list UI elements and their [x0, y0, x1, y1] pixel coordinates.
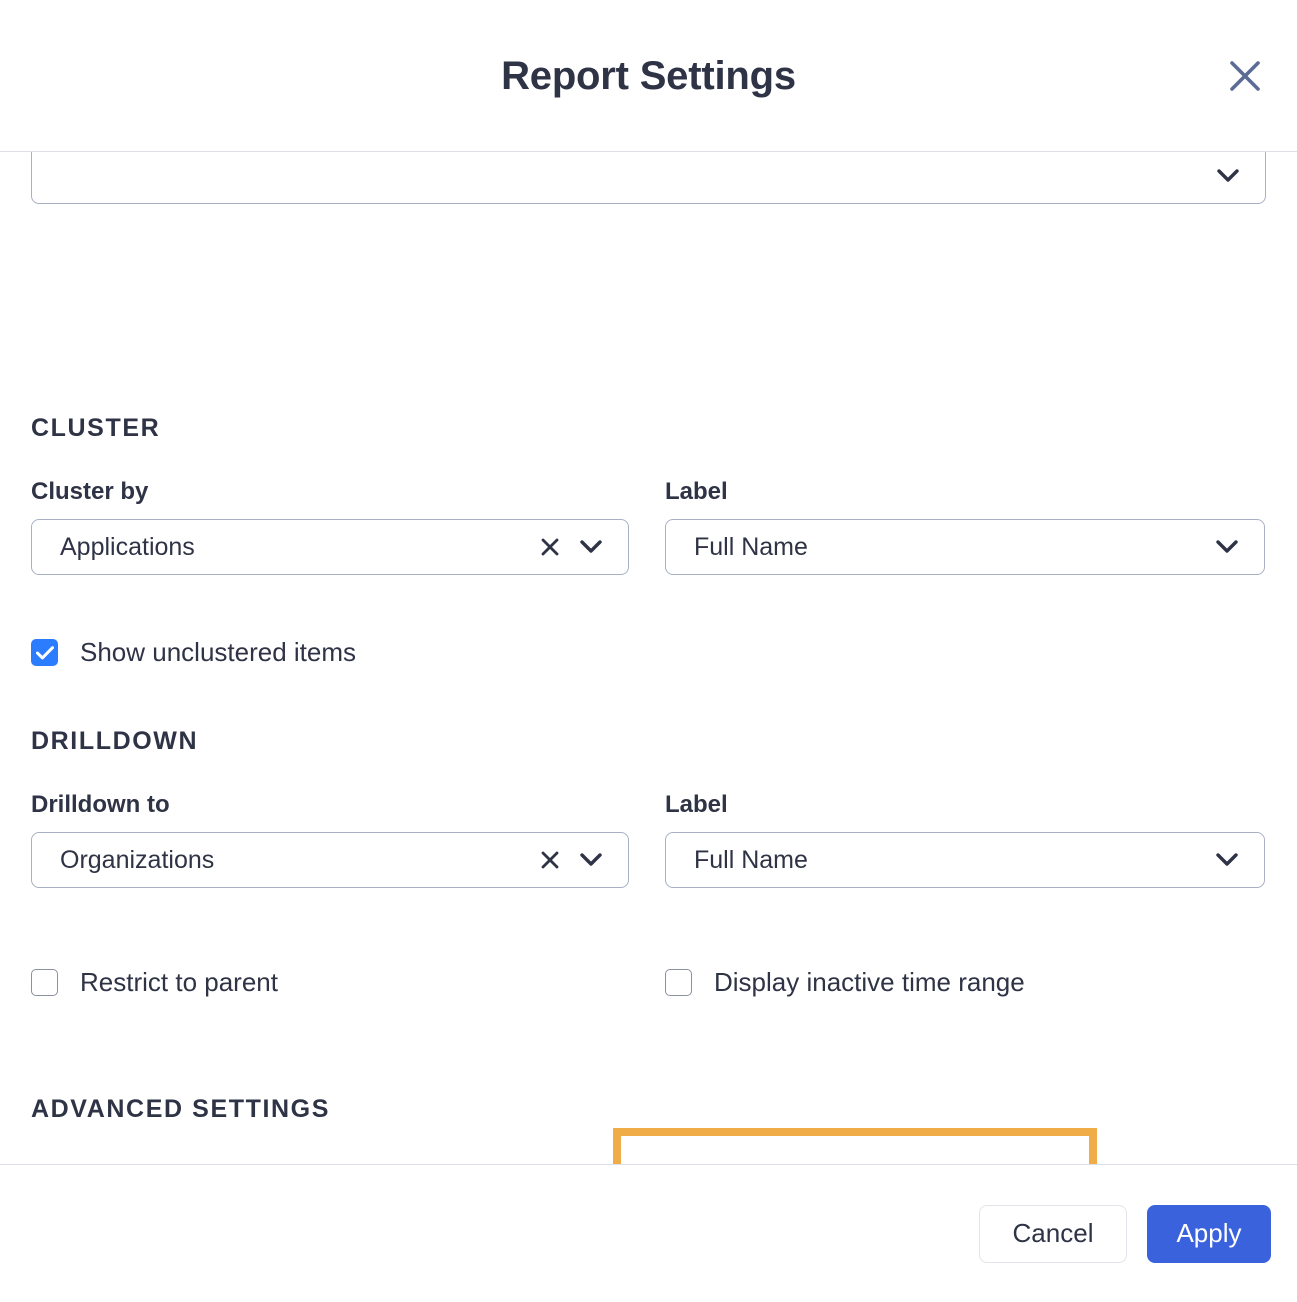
restrict-to-parent-label: Restrict to parent — [80, 967, 278, 997]
chevron-down-icon[interactable] — [1216, 853, 1238, 867]
clear-icon[interactable] — [540, 537, 560, 557]
dialog-body: CLUSTER Cluster by Applications Label Fu… — [0, 152, 1297, 1164]
chevron-down-icon[interactable] — [1217, 169, 1239, 183]
show-unclustered-items-checkbox[interactable] — [31, 639, 58, 666]
drilldown-to-select[interactable]: Organizations — [31, 832, 629, 888]
cluster-label-value: Full Name — [694, 532, 808, 561]
top-select-field — [31, 152, 1266, 204]
cluster-by-value: Applications — [60, 532, 195, 561]
section-cluster-heading: CLUSTER — [31, 414, 161, 442]
display-inactive-time-range-label: Display inactive time range — [714, 967, 1025, 997]
cluster-label-select[interactable]: Full Name — [665, 519, 1265, 575]
cluster-by-select[interactable]: Applications — [31, 519, 629, 575]
dialog-header: Report Settings — [0, 0, 1297, 152]
drilldown-label-value: Full Name — [694, 845, 808, 874]
section-advanced-heading: ADVANCED SETTINGS — [31, 1095, 330, 1123]
section-drilldown-heading: DRILLDOWN — [31, 727, 199, 755]
close-button[interactable] — [1219, 50, 1271, 102]
drilldown-label-label: Label — [665, 791, 728, 818]
restrict-to-parent-checkbox-row[interactable]: Restrict to parent — [31, 967, 278, 998]
cluster-by-field: Cluster by Applications — [31, 478, 629, 575]
restrict-to-parent-checkbox[interactable] — [31, 969, 58, 996]
drilldown-label-field: Label Full Name — [665, 791, 1265, 888]
cluster-label-label: Label — [665, 478, 728, 505]
drilldown-fields-row: Drilldown to Organizations Label Full Na… — [31, 791, 1265, 888]
show-unclustered-items-checkbox-row[interactable]: Show unclustered items — [31, 637, 356, 668]
show-unclustered-items-label: Show unclustered items — [80, 637, 357, 667]
display-inactive-time-range-checkbox-row[interactable]: Display inactive time range — [665, 967, 1025, 998]
drilldown-to-field: Drilldown to Organizations — [31, 791, 629, 888]
chevron-down-icon[interactable] — [580, 540, 602, 554]
cancel-button[interactable]: Cancel — [979, 1204, 1127, 1263]
drilldown-to-label: Drilldown to — [31, 791, 170, 818]
close-icon — [1228, 59, 1262, 93]
dialog-footer: Cancel Apply — [0, 1164, 1297, 1302]
report-settings-dialog: Report Settings CLUSTER Cluster by Appli… — [0, 0, 1297, 1302]
cluster-by-label: Cluster by — [31, 478, 149, 505]
chevron-down-icon[interactable] — [1216, 540, 1238, 554]
clear-icon[interactable] — [540, 850, 560, 870]
cluster-fields-row: Cluster by Applications Label Full Name — [31, 478, 1265, 575]
chevron-down-icon[interactable] — [580, 853, 602, 867]
page-title: Report Settings — [501, 53, 796, 98]
cluster-label-field: Label Full Name — [665, 478, 1265, 575]
display-inactive-time-range-checkbox[interactable] — [665, 969, 692, 996]
drilldown-label-select[interactable]: Full Name — [665, 832, 1265, 888]
apply-button[interactable]: Apply — [1147, 1204, 1271, 1263]
top-select[interactable] — [31, 152, 1266, 204]
highlight-annotation-box — [613, 1128, 1097, 1164]
drilldown-to-value: Organizations — [60, 845, 215, 874]
